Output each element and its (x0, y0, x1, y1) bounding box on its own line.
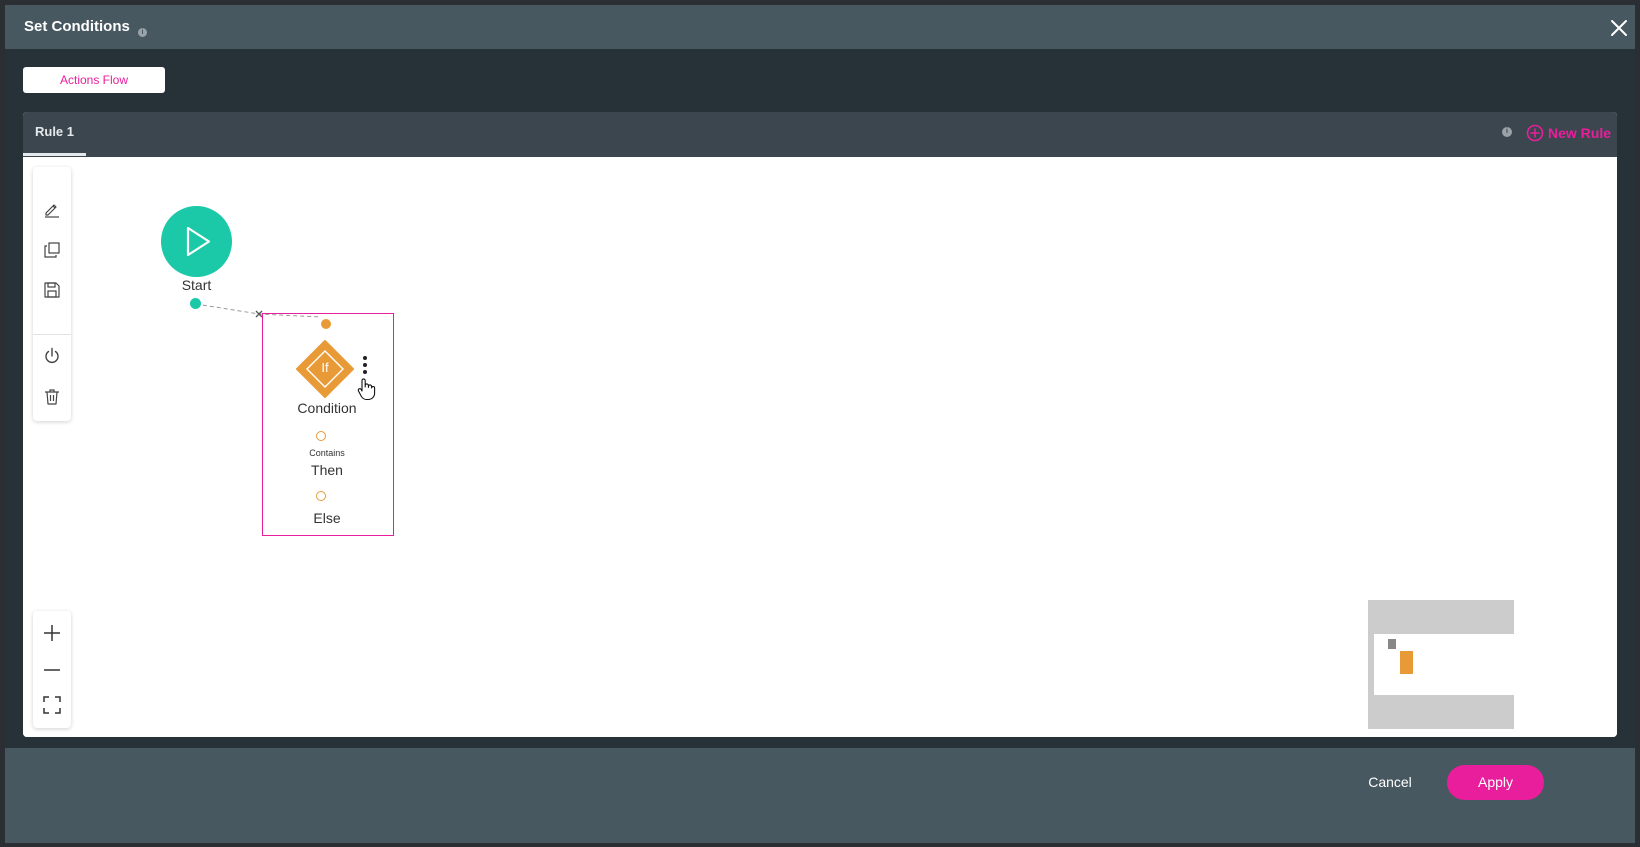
toolbar-divider (33, 334, 71, 335)
if-icon: If (295, 339, 355, 399)
power-icon (45, 347, 59, 363)
delete-button[interactable] (42, 387, 62, 407)
close-button[interactable] (1609, 18, 1629, 38)
node-menu-button[interactable] (361, 355, 369, 377)
else-label: Else (313, 510, 341, 526)
fit-screen-button[interactable] (42, 695, 62, 715)
start-label: Start (181, 277, 212, 293)
dialog-footer: Cancel Apply (5, 748, 1635, 843)
minimap-viewport[interactable] (1374, 634, 1535, 695)
tab-rule-1[interactable]: Rule 1 (23, 112, 86, 156)
minimap-condition-node (1400, 651, 1413, 674)
copy-icon (44, 242, 60, 258)
close-icon (1611, 20, 1627, 36)
then-output-port[interactable] (316, 431, 326, 441)
then-operator-label: Contains (309, 448, 345, 458)
edit-button[interactable] (42, 199, 62, 219)
rules-tab-bar: Rule 1 i New Rule (23, 112, 1617, 157)
condition-input-port[interactable] (321, 319, 331, 329)
canvas-toolbar (33, 167, 71, 421)
then-label: Then (311, 462, 343, 478)
dialog-title: Set Conditions (24, 18, 130, 35)
new-rule-button[interactable]: New Rule (1526, 123, 1611, 143)
save-icon (44, 282, 60, 298)
zoom-in-icon (44, 625, 60, 641)
condition-label: Condition (297, 400, 357, 416)
zoom-in-button[interactable] (42, 623, 62, 643)
zoom-out-icon (44, 669, 60, 671)
start-node[interactable] (161, 206, 232, 277)
save-button[interactable] (42, 280, 62, 300)
flow-canvas[interactable]: Start If Condition Contains Then Else (23, 157, 1617, 737)
if-icon-text: If (321, 360, 329, 375)
fit-screen-icon (43, 696, 61, 714)
edit-icon (45, 204, 59, 218)
info-icon[interactable]: i (138, 28, 147, 37)
rules-panel: Rule 1 i New Rule Start If Condition Con… (23, 112, 1617, 737)
new-rule-label: New Rule (1548, 125, 1612, 141)
trash-icon (45, 389, 59, 405)
zoom-out-button[interactable] (42, 660, 62, 680)
else-output-port[interactable] (316, 491, 326, 501)
play-icon (186, 226, 211, 257)
set-conditions-dialog: Set Conditions i Actions Flow Rule 1 i N… (5, 5, 1635, 843)
minimap-start-node (1388, 639, 1396, 649)
apply-button[interactable]: Apply (1447, 765, 1544, 800)
minimap[interactable] (1368, 600, 1535, 729)
zoom-controls (33, 611, 71, 728)
more-vertical-icon (363, 356, 367, 374)
plus-circle-icon (1526, 124, 1544, 142)
hand-cursor-icon (356, 377, 376, 401)
info-icon[interactable]: i (1502, 127, 1512, 137)
copy-button[interactable] (42, 240, 62, 260)
dialog-header: Set Conditions i (5, 5, 1635, 49)
power-button[interactable] (42, 346, 62, 366)
actions-flow-button[interactable]: Actions Flow (23, 67, 165, 93)
cancel-button[interactable]: Cancel (1350, 767, 1430, 797)
start-output-port[interactable] (190, 298, 201, 309)
